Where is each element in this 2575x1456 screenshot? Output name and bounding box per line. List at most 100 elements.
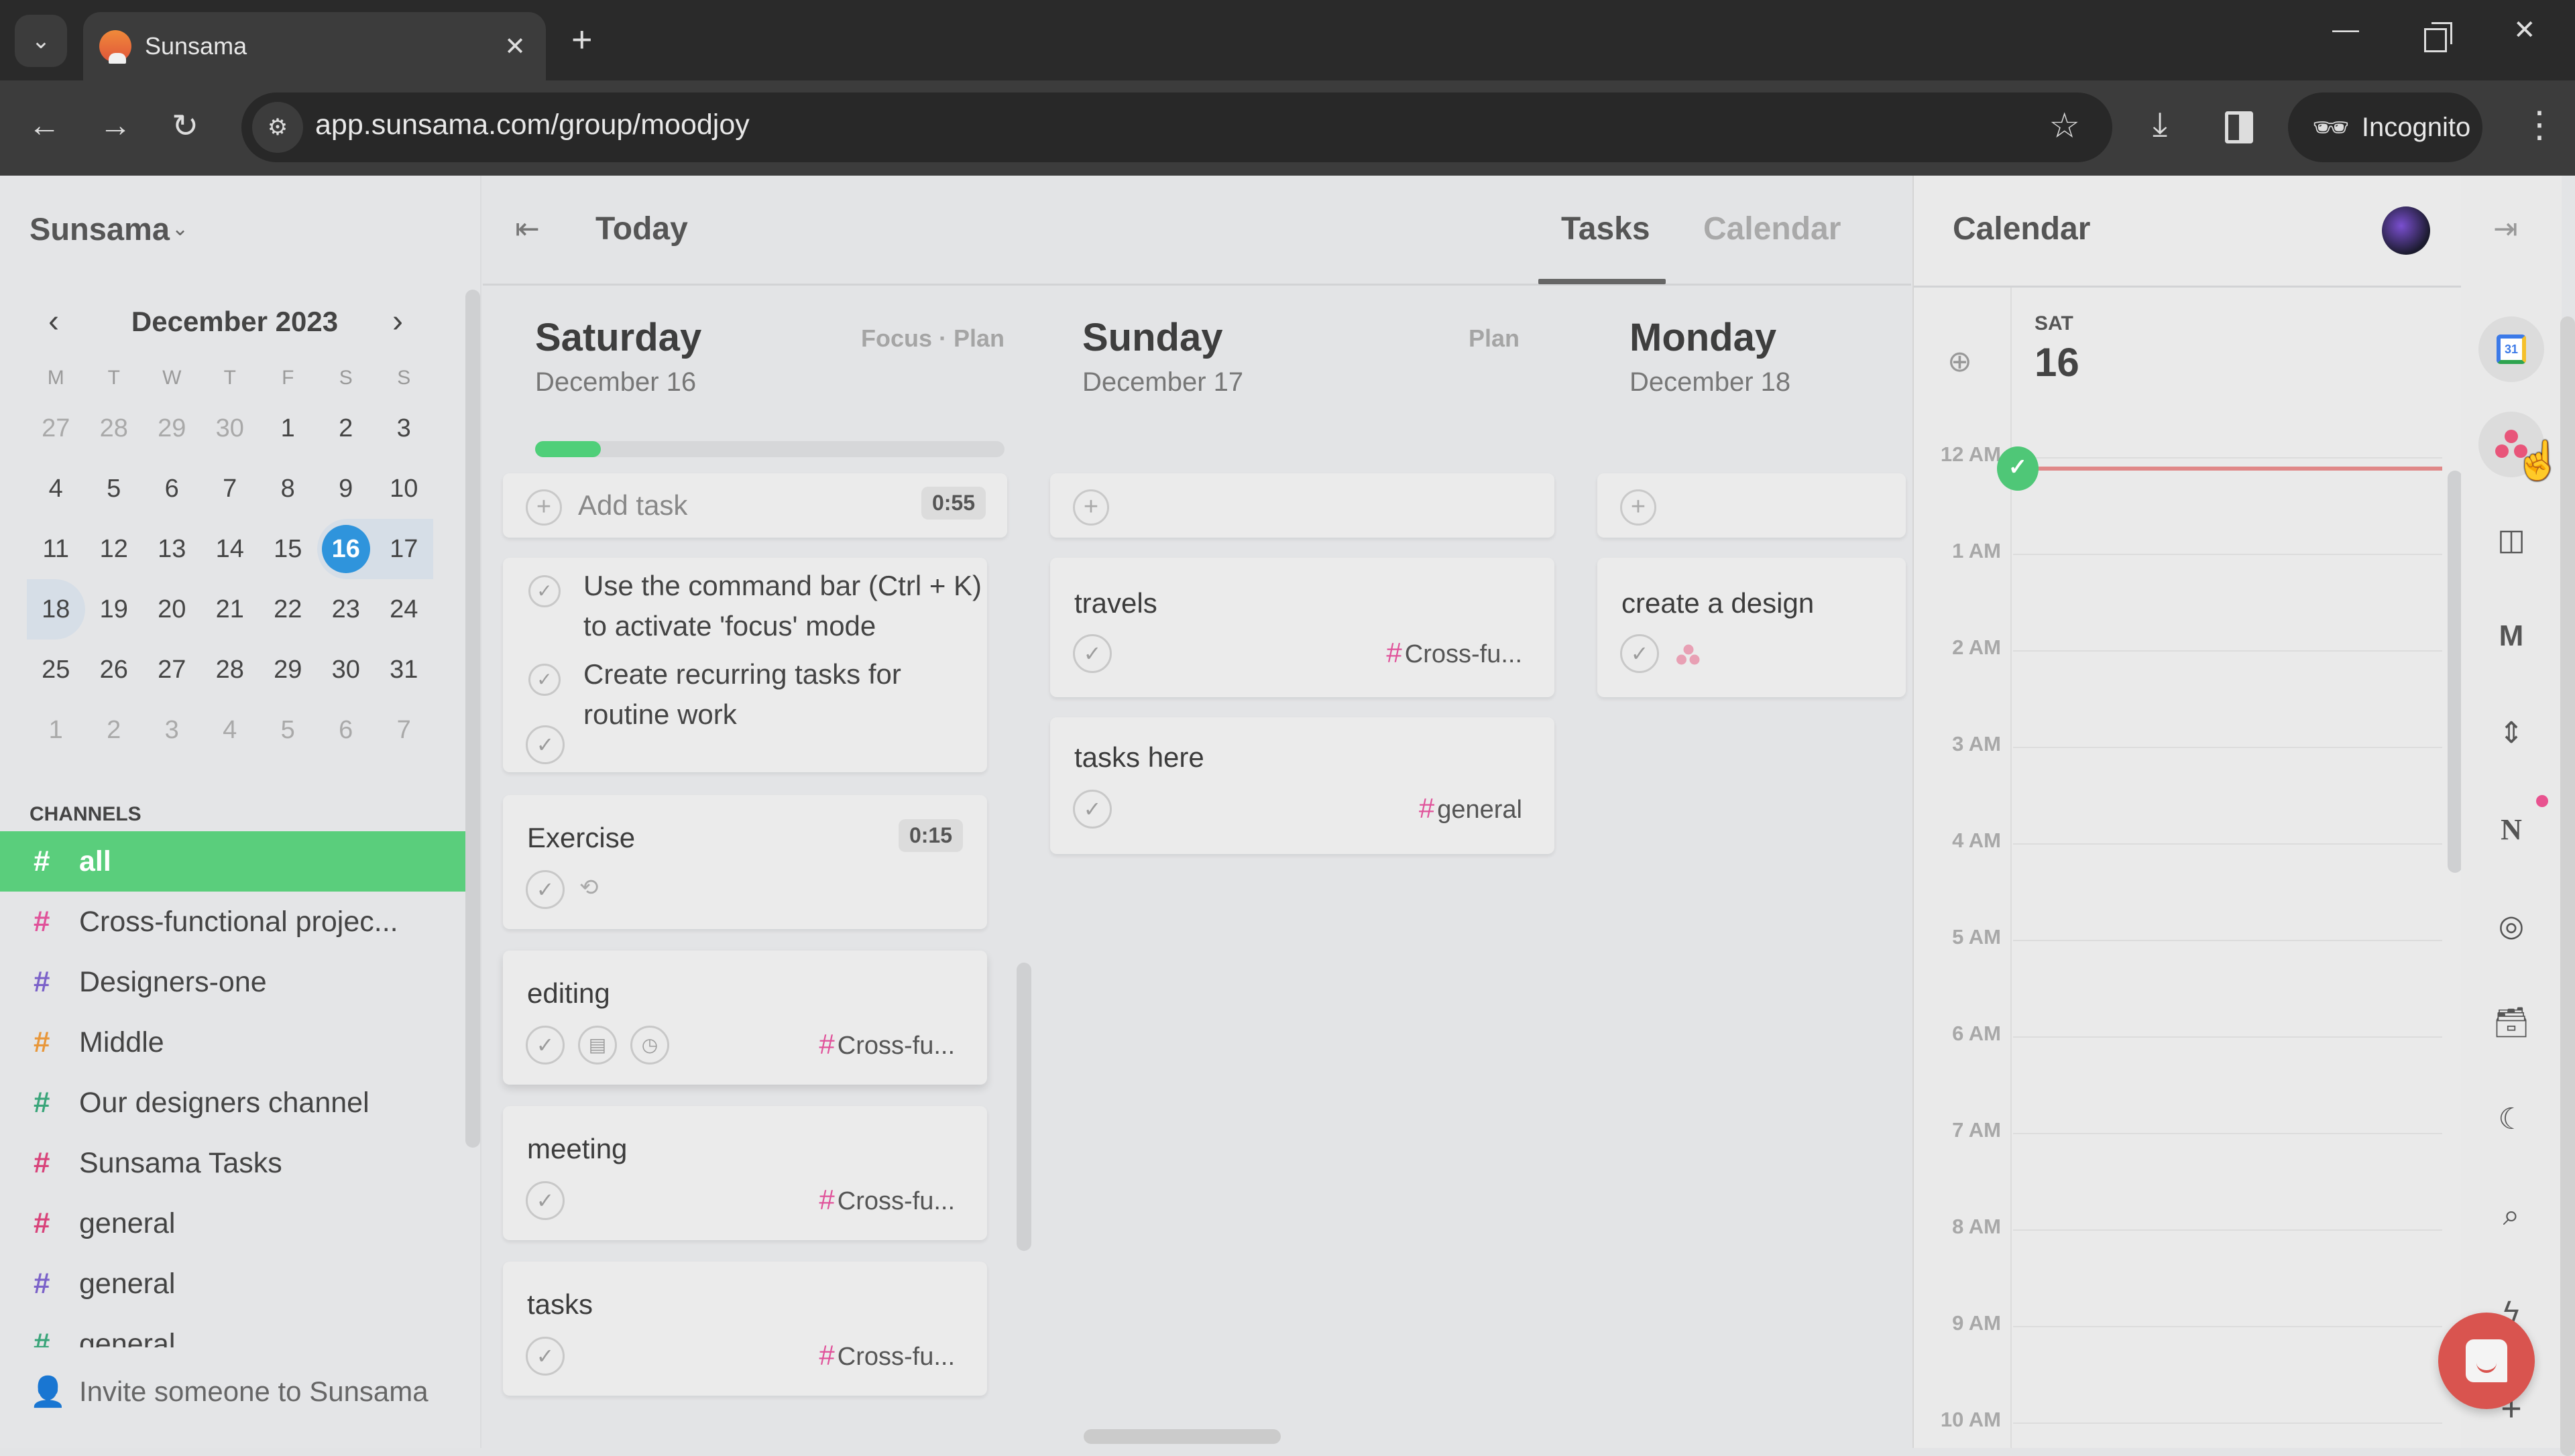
trello-icon[interactable]: ◫: [2478, 507, 2544, 572]
url-text[interactable]: app.sunsama.com/group/moodjoy: [315, 109, 750, 141]
mini-calendar-day[interactable]: 22: [259, 579, 317, 640]
plan-link[interactable]: Plan: [1469, 324, 1520, 353]
task-card[interactable]: editing ✓ ▤ ◷ # Cross-fu...: [503, 951, 987, 1085]
calendar-icon[interactable]: ▤: [578, 1026, 617, 1065]
mini-calendar-day[interactable]: 14: [201, 519, 260, 579]
mini-calendar-day[interactable]: 5: [259, 700, 317, 760]
add-task-card[interactable]: +: [1050, 473, 1554, 538]
new-tab-button[interactable]: +: [571, 19, 593, 60]
task-time-badge[interactable]: 0:15: [898, 819, 963, 852]
channel-tag[interactable]: # Cross-fu...: [819, 1028, 955, 1060]
mini-calendar-day[interactable]: 27: [27, 398, 85, 459]
kebab-icon[interactable]: ⋮: [2521, 103, 2558, 145]
sidebar-item-channel[interactable]: # Middle: [0, 1012, 465, 1073]
hour-row[interactable]: 8 AM: [1914, 1215, 2450, 1238]
task-card[interactable]: meeting ✓ # Cross-fu...: [503, 1106, 987, 1240]
sidebar-item-channel[interactable]: # general: [0, 1193, 465, 1254]
mini-calendar-day[interactable]: 3: [375, 398, 433, 459]
mini-calendar-day[interactable]: 25: [27, 640, 85, 700]
task-card[interactable]: travels ✓ # Cross-fu...: [1050, 558, 1554, 697]
close-icon[interactable]: ✕: [504, 32, 526, 62]
sidebar-item-channel[interactable]: # general: [0, 1254, 465, 1314]
mini-calendar-day[interactable]: 31: [375, 640, 433, 700]
mini-calendar-day[interactable]: 11: [27, 519, 85, 579]
site-info-icon[interactable]: ⚙: [252, 102, 303, 153]
task-card[interactable]: Exercise 0:15 ✓ ⟲: [503, 795, 987, 929]
hour-row[interactable]: 7 AM: [1914, 1118, 2450, 1142]
hour-row[interactable]: 3 AM: [1914, 732, 2450, 755]
side-panel-icon[interactable]: [2225, 111, 2253, 143]
mini-calendar-day[interactable]: 5: [85, 459, 144, 519]
plus-icon[interactable]: +: [1073, 489, 1109, 526]
complete-check-icon[interactable]: ✓: [526, 870, 565, 909]
linear-icon[interactable]: ⇕: [2478, 700, 2544, 766]
plus-icon[interactable]: +: [1620, 489, 1656, 526]
mini-calendar-day[interactable]: 13: [143, 519, 201, 579]
mini-calendar-day[interactable]: 28: [85, 398, 144, 459]
google-calendar-icon[interactable]: 31: [2478, 316, 2544, 382]
clock-icon[interactable]: ◷: [630, 1026, 669, 1065]
invite-button[interactable]: 👤 Invite someone to Sunsama: [30, 1374, 428, 1409]
mini-calendar-day[interactable]: 17: [375, 519, 433, 579]
tab-list-button[interactable]: ⌄: [15, 15, 67, 67]
target-icon[interactable]: ◎: [2478, 893, 2544, 959]
window-close-button[interactable]: ✕: [2513, 15, 2536, 46]
collapse-panel-icon[interactable]: ⇥: [2493, 212, 2518, 246]
hour-row[interactable]: 4 AM: [1914, 829, 2450, 852]
mini-calendar-day[interactable]: 24: [375, 579, 433, 640]
archive-icon[interactable]: 🗃: [2478, 989, 2544, 1055]
channel-tag[interactable]: # Cross-fu...: [819, 1339, 955, 1372]
add-task-label[interactable]: Add task: [578, 489, 687, 522]
complete-check-icon[interactable]: ✓: [1620, 634, 1659, 673]
add-task-card[interactable]: +: [1597, 473, 1906, 538]
avatar[interactable]: [2382, 206, 2430, 255]
mini-calendar-day[interactable]: 1: [27, 700, 85, 760]
mini-calendar-day[interactable]: 7: [375, 700, 433, 760]
restore-button[interactable]: [2424, 22, 2452, 52]
sidebar-item-channel[interactable]: # Sunsama Tasks: [0, 1133, 465, 1193]
mini-calendar-day[interactable]: 6: [317, 700, 376, 760]
task-card[interactable]: tasks here ✓ # general: [1050, 717, 1554, 854]
browser-tab[interactable]: Sunsama ✕: [83, 12, 546, 80]
focus-plan-links[interactable]: Focus · Plan: [861, 324, 1005, 353]
star-icon[interactable]: ☆: [2049, 106, 2080, 146]
sidebar-item-channel[interactable]: # all: [0, 831, 465, 892]
hour-row[interactable]: 10 AM: [1914, 1408, 2450, 1431]
collapse-sidebar-icon[interactable]: ⇤: [515, 212, 540, 246]
sidebar-item-channel[interactable]: # Cross-functional projec...: [0, 892, 465, 952]
horizontal-scrollbar[interactable]: [1084, 1429, 1281, 1444]
workspace-switcher[interactable]: Sunsama: [30, 210, 170, 247]
incognito-badge[interactable]: 🕶 Incognito: [2288, 93, 2482, 162]
hour-row[interactable]: 9 AM: [1914, 1311, 2450, 1335]
mini-calendar-day[interactable]: 10: [375, 459, 433, 519]
address-bar[interactable]: ⚙ app.sunsama.com/group/moodjoy ☆: [241, 93, 2112, 162]
complete-check-icon[interactable]: ✓: [1073, 634, 1112, 673]
mini-calendar-day[interactable]: 15: [259, 519, 317, 579]
task-card[interactable]: create a design ✓: [1597, 558, 1906, 697]
mini-calendar-day[interactable]: 30: [201, 398, 260, 459]
back-button[interactable]: ←: [28, 107, 60, 144]
complete-check-icon[interactable]: ✓: [1073, 790, 1112, 829]
task-card-onboarding[interactable]: ✓ Use the command bar (Ctrl + K) to acti…: [503, 558, 987, 772]
sidebar-scrollbar[interactable]: [465, 290, 480, 1148]
hour-row[interactable]: 5 AM: [1914, 925, 2450, 949]
current-time-check-icon[interactable]: ✓: [1997, 446, 2039, 491]
complete-check-icon[interactable]: ✓: [526, 1026, 565, 1065]
hour-row[interactable]: 1 AM: [1914, 539, 2450, 562]
mini-calendar-today[interactable]: 16: [317, 519, 375, 579]
channel-tag[interactable]: # Cross-fu...: [1386, 637, 1522, 669]
task-card[interactable]: tasks ✓ # Cross-fu...: [503, 1262, 987, 1396]
plus-icon[interactable]: +: [526, 489, 562, 526]
mini-calendar-day[interactable]: 4: [201, 700, 260, 760]
tab-tasks[interactable]: Tasks: [1561, 210, 1650, 247]
mini-calendar-day[interactable]: 6: [143, 459, 201, 519]
tab-calendar[interactable]: Calendar: [1703, 210, 1841, 247]
subtask-check-icon[interactable]: ✓: [528, 575, 561, 607]
mini-calendar-day[interactable]: 19: [85, 579, 144, 640]
chat-support-button[interactable]: [2438, 1313, 2535, 1409]
mini-calendar-day[interactable]: 2: [85, 700, 144, 760]
mini-calendar-day[interactable]: 23: [317, 579, 376, 640]
minimize-button[interactable]: —: [2332, 15, 2359, 45]
complete-check-icon[interactable]: ✓: [526, 1337, 565, 1376]
mini-calendar-day[interactable]: 21: [201, 579, 260, 640]
